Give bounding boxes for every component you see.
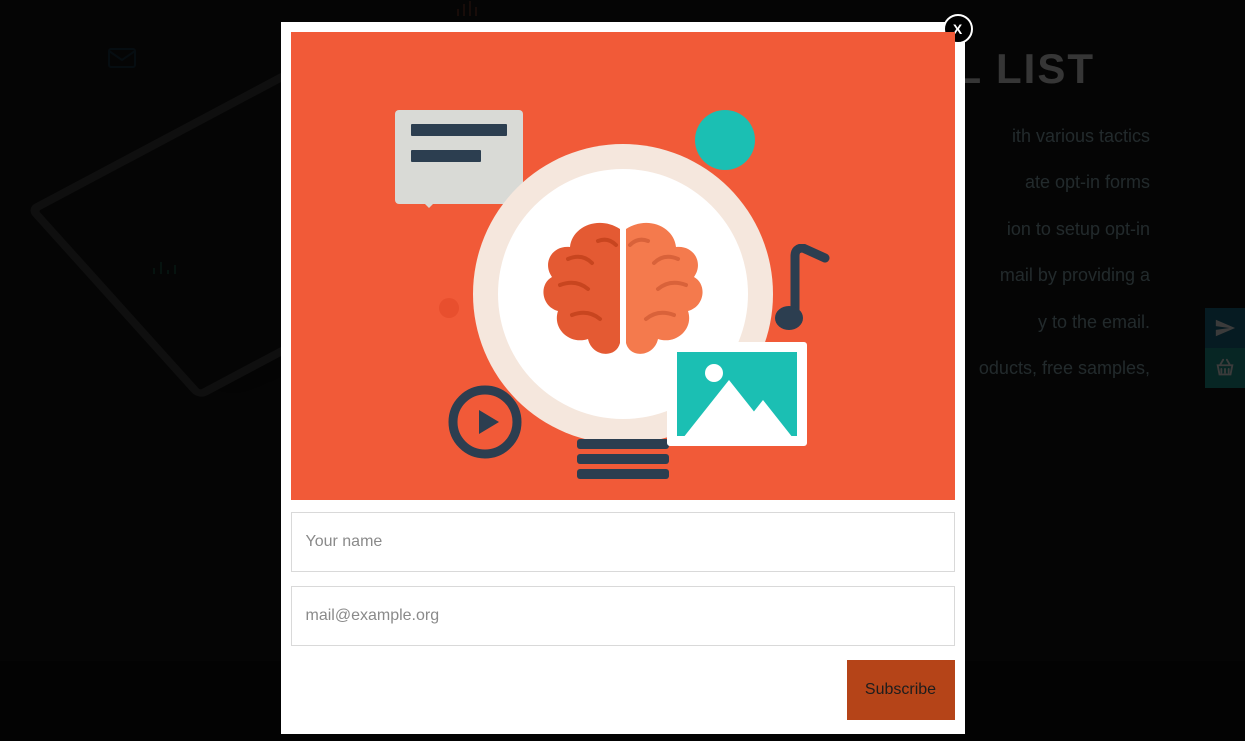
subscribe-button[interactable]: Subscribe <box>847 660 955 720</box>
music-note-icon <box>775 244 835 334</box>
hero-illustration <box>291 32 955 500</box>
bulb-base-icon <box>577 439 669 484</box>
dot-accent-icon <box>695 110 755 170</box>
speech-bubble-icon <box>395 110 523 204</box>
modal-overlay[interactable]: X <box>0 0 1245 741</box>
name-field[interactable] <box>291 512 955 572</box>
email-field[interactable] <box>291 586 955 646</box>
dot-small-icon <box>439 298 459 318</box>
subscribe-form: Subscribe <box>291 500 955 720</box>
subscribe-modal: X <box>281 22 965 734</box>
image-card-icon <box>667 342 807 446</box>
